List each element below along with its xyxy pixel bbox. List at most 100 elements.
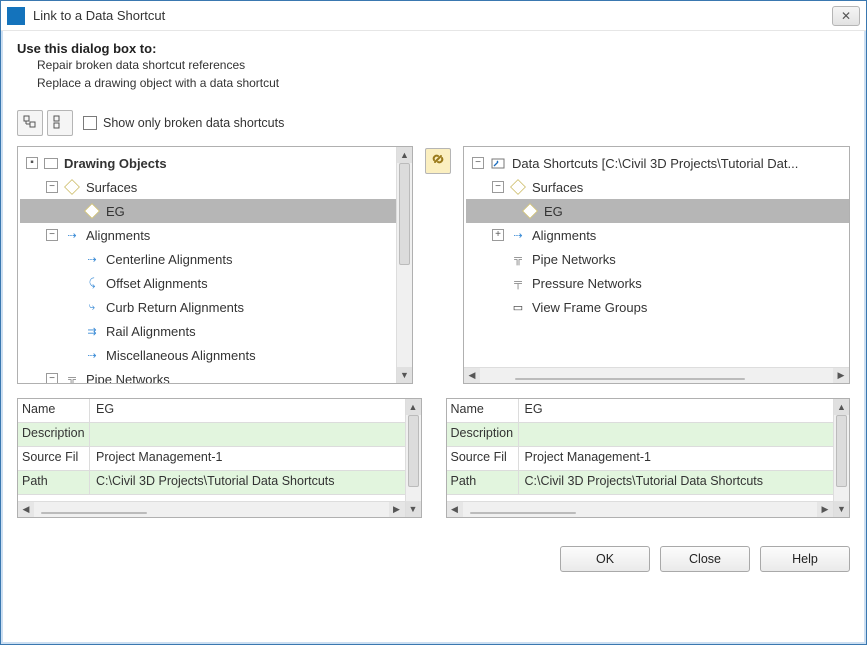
right-properties-pane: Name EG Description Source Fil Project M…	[446, 398, 851, 518]
expander-spacer	[492, 277, 504, 289]
properties-row: Name EG Description Source Fil Project M…	[17, 398, 850, 518]
alignment-icon: ⇉	[84, 323, 100, 339]
checkbox-label: Show only broken data shortcuts	[103, 116, 284, 130]
scroll-left-arrow-icon[interactable]: ◀	[18, 502, 34, 517]
show-broken-checkbox[interactable]: Show only broken data shortcuts	[83, 116, 284, 130]
scroll-thumb[interactable]	[836, 415, 847, 487]
tree-node-centerline[interactable]: ⇢ Centerline Alignments	[20, 247, 410, 271]
properties-grid: Name EG Description Source Fil Project M…	[18, 399, 421, 517]
expander-icon[interactable]: −	[46, 181, 58, 193]
alignment-icon: ⇢	[84, 251, 100, 267]
prop-value	[519, 423, 850, 446]
link-objects-button[interactable]	[425, 148, 451, 174]
tree-node-pipe[interactable]: − ╦ Pipe Networks	[20, 367, 410, 383]
tree-expand-icon	[23, 115, 37, 132]
node-label: Curb Return Alignments	[106, 300, 244, 315]
vertical-scrollbar[interactable]: ▲ ▼	[396, 147, 412, 383]
alignment-icon: ⇢	[64, 227, 80, 243]
scroll-up-arrow-icon[interactable]: ▲	[406, 399, 421, 415]
prop-value: Project Management-1	[90, 447, 421, 470]
instructions-heading: Use this dialog box to:	[17, 41, 850, 56]
expander-icon[interactable]: −	[46, 229, 58, 241]
prop-row-source[interactable]: Source Fil Project Management-1	[447, 447, 850, 471]
prop-row-path[interactable]: Path C:\Civil 3D Projects\Tutorial Data …	[447, 471, 850, 495]
alignment-icon: ⇢	[510, 227, 526, 243]
tree-node-alignments-right[interactable]: + ⇢ Alignments	[466, 223, 849, 247]
app-logo-icon	[7, 7, 25, 25]
expander-icon[interactable]: −	[472, 157, 484, 169]
tree-node-pressure-right[interactable]: ╤ Pressure Networks	[466, 271, 849, 295]
titlebar: Link to a Data Shortcut ✕	[1, 1, 866, 31]
prop-key: Source Fil	[18, 447, 90, 470]
expander-icon[interactable]: ▪	[26, 157, 38, 169]
node-label: Pipe Networks	[86, 372, 170, 384]
prop-row-name[interactable]: Name EG	[447, 399, 850, 423]
data-shortcuts-tree[interactable]: − Data Shortcuts [C:\Civil 3D Projects\T…	[464, 147, 849, 367]
scroll-right-arrow-icon[interactable]: ▶	[389, 502, 405, 517]
scroll-thumb[interactable]	[515, 378, 744, 380]
scroll-down-arrow-icon[interactable]: ▼	[397, 367, 412, 383]
node-label: Data Shortcuts [C:\Civil 3D Projects\Tut…	[512, 156, 798, 171]
prop-row-source[interactable]: Source Fil Project Management-1	[18, 447, 421, 471]
tree-node-alignments[interactable]: − ⇢ Alignments	[20, 223, 410, 247]
close-window-button[interactable]: ✕	[832, 6, 860, 26]
scroll-right-arrow-icon[interactable]: ▶	[833, 368, 849, 383]
scroll-thumb[interactable]	[408, 415, 419, 487]
vertical-scrollbar[interactable]: ▲ ▼	[405, 399, 421, 517]
expander-icon[interactable]: −	[46, 373, 58, 383]
expand-tree-button[interactable]	[17, 110, 43, 136]
properties-grid: Name EG Description Source Fil Project M…	[447, 399, 850, 517]
node-label: Alignments	[86, 228, 150, 243]
horizontal-scrollbar[interactable]: ◀ ▶	[464, 367, 849, 383]
node-label: Offset Alignments	[106, 276, 208, 291]
tree-node-eg-right[interactable]: EG	[466, 199, 849, 223]
expander-icon[interactable]: +	[492, 229, 504, 241]
scroll-right-arrow-icon[interactable]: ▶	[817, 502, 833, 517]
pressure-network-icon: ╤	[510, 275, 526, 291]
scroll-down-arrow-icon[interactable]: ▼	[834, 501, 849, 517]
instruction-line: Replace a drawing object with a data sho…	[37, 74, 850, 92]
scroll-down-arrow-icon[interactable]: ▼	[406, 501, 421, 517]
checkbox-box-icon	[83, 116, 97, 130]
prop-row-name[interactable]: Name EG	[18, 399, 421, 423]
tree-node-offset[interactable]: ⤹ Offset Alignments	[20, 271, 410, 295]
tree-node-rail[interactable]: ⇉ Rail Alignments	[20, 319, 410, 343]
scroll-up-arrow-icon[interactable]: ▲	[834, 399, 849, 415]
scroll-left-arrow-icon[interactable]: ◀	[447, 502, 463, 517]
tree-node-eg[interactable]: EG	[20, 199, 410, 223]
tree-node-surfaces[interactable]: − Surfaces	[20, 175, 410, 199]
tree-node-misc[interactable]: ⇢ Miscellaneous Alignments	[20, 343, 410, 367]
tree-node-surfaces-right[interactable]: − Surfaces	[466, 175, 849, 199]
vertical-scrollbar[interactable]: ▲ ▼	[833, 399, 849, 517]
scroll-up-arrow-icon[interactable]: ▲	[397, 147, 412, 163]
tree-root-data-shortcuts[interactable]: − Data Shortcuts [C:\Civil 3D Projects\T…	[466, 151, 849, 175]
scroll-left-arrow-icon[interactable]: ◀	[464, 368, 480, 383]
horizontal-scrollbar[interactable]: ◀ ▶	[447, 501, 834, 517]
dialog-body: Use this dialog box to: Repair broken da…	[1, 31, 866, 644]
prop-row-description[interactable]: Description	[18, 423, 421, 447]
tree-node-pipe-right[interactable]: ╦ Pipe Networks	[466, 247, 849, 271]
scroll-thumb[interactable]	[41, 512, 147, 514]
tree-node-viewframe-right[interactable]: ▭ View Frame Groups	[466, 295, 849, 319]
dialog-window: Link to a Data Shortcut ✕ Use this dialo…	[0, 0, 867, 645]
scroll-thumb[interactable]	[399, 163, 410, 265]
tree-node-curb[interactable]: ⤷ Curb Return Alignments	[20, 295, 410, 319]
button-label: OK	[596, 552, 614, 566]
scroll-thumb[interactable]	[470, 512, 576, 514]
prop-key: Path	[447, 471, 519, 494]
prop-row-path[interactable]: Path C:\Civil 3D Projects\Tutorial Data …	[18, 471, 421, 495]
prop-key: Name	[18, 399, 90, 422]
tree-panes-row: ▪ Drawing Objects − Surfaces EG −	[17, 146, 850, 384]
surface-icon	[522, 203, 538, 219]
tree-root-drawing-objects[interactable]: ▪ Drawing Objects	[20, 151, 410, 175]
ok-button[interactable]: OK	[560, 546, 650, 572]
collapse-tree-button[interactable]	[47, 110, 73, 136]
expander-icon[interactable]: −	[492, 181, 504, 193]
instruction-line: Repair broken data shortcut references	[37, 56, 850, 74]
close-button[interactable]: Close	[660, 546, 750, 572]
prop-row-description[interactable]: Description	[447, 423, 850, 447]
drawing-objects-tree[interactable]: ▪ Drawing Objects − Surfaces EG −	[18, 147, 412, 383]
help-button[interactable]: Help	[760, 546, 850, 572]
horizontal-scrollbar[interactable]: ◀ ▶	[18, 501, 405, 517]
pipe-network-icon: ╦	[64, 371, 80, 383]
